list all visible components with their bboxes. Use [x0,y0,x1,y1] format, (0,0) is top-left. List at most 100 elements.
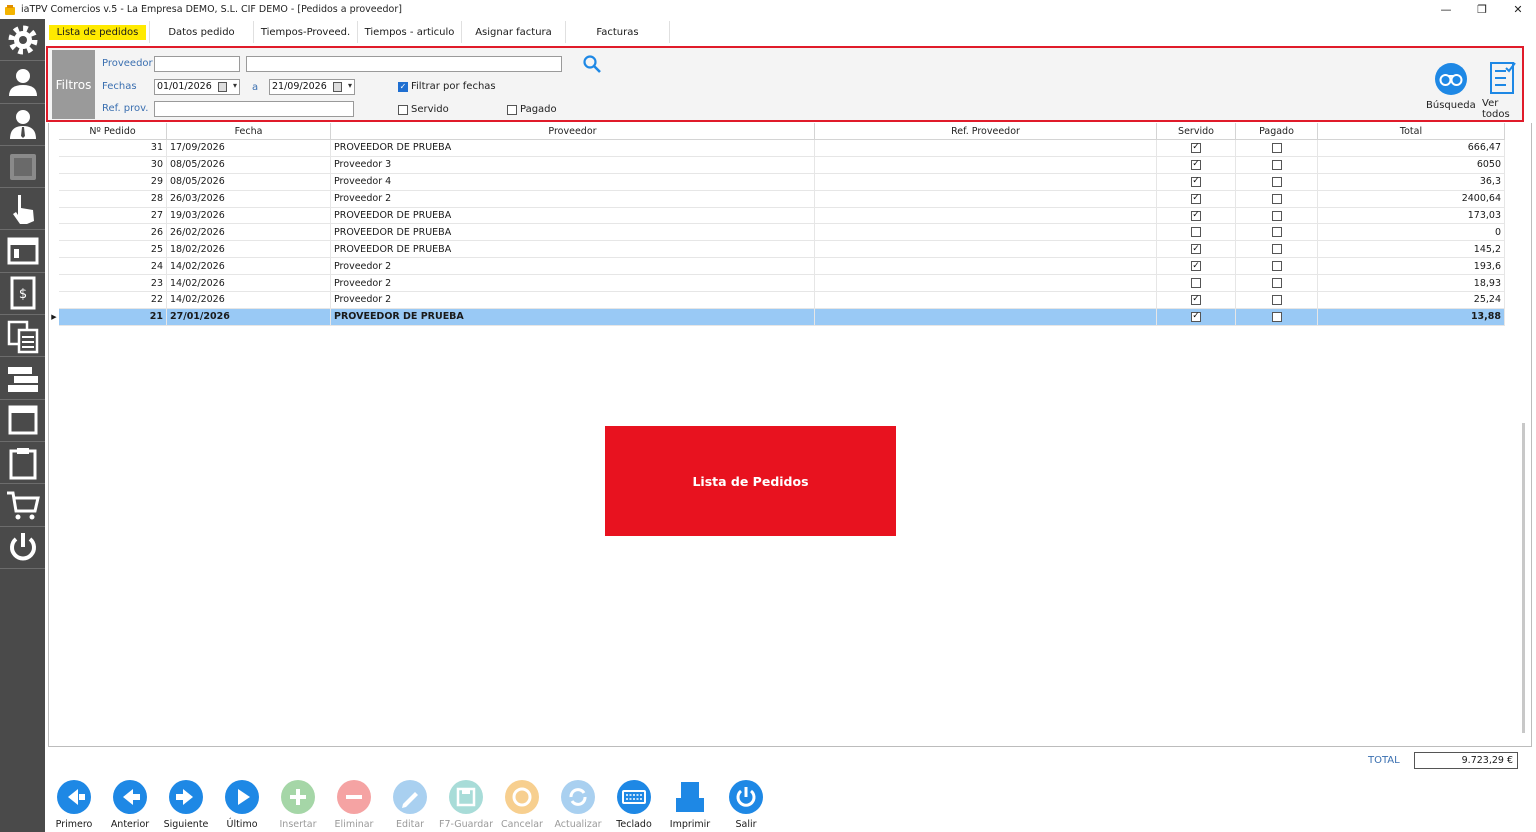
imprimir-button[interactable]: Imprimir [662,776,718,832]
proveedor-code-input[interactable] [154,56,240,72]
sidebar-forms[interactable] [0,357,45,400]
sidebar-employees[interactable] [0,104,45,146]
checkbox-unchecked-icon[interactable] [1271,210,1282,221]
checkbox-unchecked-icon[interactable] [1191,227,1201,238]
search-icon[interactable] [582,54,602,74]
checkbox-unchecked-icon[interactable] [1271,278,1282,289]
tab-tiempos-articulo[interactable]: Tiempos - articulo [358,21,462,43]
checkbox-checked-icon[interactable]: ✓ [1191,311,1201,322]
fecha-desde-picker[interactable]: 01/01/2026 ▾ [154,79,240,95]
sidebar-exit[interactable] [0,527,45,569]
checkbox-unchecked-icon[interactable] [1271,159,1282,170]
sidebar-panel[interactable] [0,400,45,442]
tab-facturas[interactable]: Facturas [566,21,670,43]
toolbar-button-label: Anterior [110,819,150,830]
sidebar-clipboard[interactable] [0,442,45,485]
checkbox-unchecked-icon[interactable] [1271,261,1282,272]
sidebar-clients[interactable] [0,61,45,104]
cell-servido: ✓ [1157,173,1236,191]
minus-icon [337,780,371,814]
filtrar-fechas-checkbox[interactable]: ✓ Filtrar por fechas [398,81,496,92]
checkbox-checked-icon[interactable]: ✓ [1191,261,1201,272]
tab-datos-pedido[interactable]: Datos pedido [150,21,254,43]
ver-todos-button[interactable]: Ver todos [1482,60,1522,120]
table-row[interactable]: 30 08/05/2026 Proveedor 3 ✓ 6050 [49,156,1505,174]
table-row[interactable]: 24 14/02/2026 Proveedor 2 ✓ 193,6 [49,258,1505,276]
column-header[interactable]: Servido [1157,123,1236,140]
busqueda-button[interactable]: Búsqueda [1426,62,1476,111]
column-header[interactable]: Nº Pedido [59,123,167,140]
checkbox-unchecked-icon[interactable] [1191,278,1201,289]
binoculars-icon [1434,63,1467,95]
printer-icon [673,780,707,814]
checkbox-unchecked-icon[interactable] [1271,193,1282,204]
checkbox-checked-icon[interactable]: ✓ [1191,142,1201,153]
checkbox-checked-icon[interactable]: ✓ [1191,159,1201,170]
cancelar-button[interactable]: Cancelar [494,776,550,832]
column-header[interactable]: Ref. Proveedor [815,123,1157,140]
table-row[interactable]: 28 26/03/2026 Proveedor 2 ✓ 2400,64 [49,190,1505,208]
column-header[interactable]: Proveedor [331,123,815,140]
prev-arrow-icon [113,780,147,814]
column-header[interactable]: Pagado [1236,123,1318,140]
actualizar-button[interactable]: Actualizar [550,776,606,832]
cell-proveedor: Proveedor 2 [331,275,815,293]
proveedor-name-input[interactable] [246,56,562,72]
close-button[interactable]: ✕ [1500,0,1536,19]
maximize-button[interactable]: ❐ [1464,0,1500,19]
siguiente-button[interactable]: Siguiente [158,776,214,832]
checkbox-unchecked-icon[interactable] [1271,142,1282,153]
pagado-checkbox[interactable]: Pagado [507,104,557,115]
f7-guardar-button[interactable]: F7-Guardar [438,776,494,832]
fecha-hasta-picker[interactable]: 21/09/2026 ▾ [269,79,355,95]
editar-button[interactable]: Editar [382,776,438,832]
tab-tiempos-proveed[interactable]: Tiempos-Proveed. [254,21,358,43]
checkbox-unchecked-icon[interactable] [1271,176,1282,187]
insertar-button[interactable]: Insertar [270,776,326,832]
table-row[interactable]: 23 14/02/2026 Proveedor 2 18,93 [49,275,1505,293]
minimize-button[interactable]: — [1428,0,1464,19]
sidebar-safe[interactable] [0,146,45,189]
sidebar-settings[interactable] [0,19,45,62]
teclado-button[interactable]: Teclado [606,776,662,832]
cell-servido [1157,224,1236,242]
tab-asignar-factura[interactable]: Asignar factura [462,21,566,43]
table-row[interactable]: 26 26/02/2026 PROVEEDOR DE PRUEBA 0 [49,224,1505,242]
checkbox-unchecked-icon[interactable] [1271,294,1282,305]
tab-lista-pedidos[interactable]: Lista de pedidos [46,21,150,43]
eliminar-button[interactable]: Eliminar [326,776,382,832]
servido-checkbox[interactable]: Servido [398,104,449,115]
table-row[interactable]: 22 14/02/2026 Proveedor 2 ✓ 25,24 [49,292,1505,309]
sidebar-documents[interactable] [0,315,45,358]
sidebar-touch[interactable] [0,188,45,231]
anterior-button[interactable]: Anterior [102,776,158,832]
ref-prov-input[interactable] [154,101,354,117]
toolbar-button-label: Último [226,819,258,830]
checkbox-checked-icon[interactable]: ✓ [1191,176,1201,187]
primero-button[interactable]: Primero [46,776,102,832]
salir-button[interactable]: Salir [718,776,774,832]
column-header[interactable]: Fecha [167,123,331,140]
row-indicator [49,292,59,309]
table-row[interactable]: ▶ 21 27/01/2026 PROVEEDOR DE PRUEBA ✓ 13,88 [49,308,1505,326]
cell-fecha: 18/02/2026 [167,241,331,259]
cell-num-pedido: 28 [59,190,167,208]
checkbox-unchecked-icon[interactable] [1271,311,1282,322]
sidebar-invoices[interactable]: $ [0,273,45,316]
sidebar-cart[interactable] [0,484,45,527]
checkbox-checked-icon[interactable]: ✓ [1191,294,1201,305]
table-row[interactable]: 25 18/02/2026 PROVEEDOR DE PRUEBA ✓ 145,2 [49,241,1505,259]
checkbox-unchecked-icon[interactable] [1271,227,1282,238]
column-header[interactable]: Total [1318,123,1505,140]
row-indicator [49,191,59,208]
checkbox-checked-icon[interactable]: ✓ [1191,193,1201,204]
vertical-scrollbar[interactable] [1522,423,1525,733]
último-button[interactable]: Último [214,776,270,832]
table-row[interactable]: 27 19/03/2026 PROVEEDOR DE PRUEBA ✓ 173,03 [49,207,1505,225]
table-row[interactable]: 29 08/05/2026 Proveedor 4 ✓ 36,3 [49,173,1505,191]
checkbox-unchecked-icon[interactable] [1271,244,1282,255]
checkbox-checked-icon[interactable]: ✓ [1191,210,1201,221]
sidebar-windows[interactable] [0,230,45,273]
checkbox-checked-icon[interactable]: ✓ [1191,244,1201,255]
table-row[interactable]: 31 17/09/2026 PROVEEDOR DE PRUEBA ✓ 666,47 [49,140,1505,157]
